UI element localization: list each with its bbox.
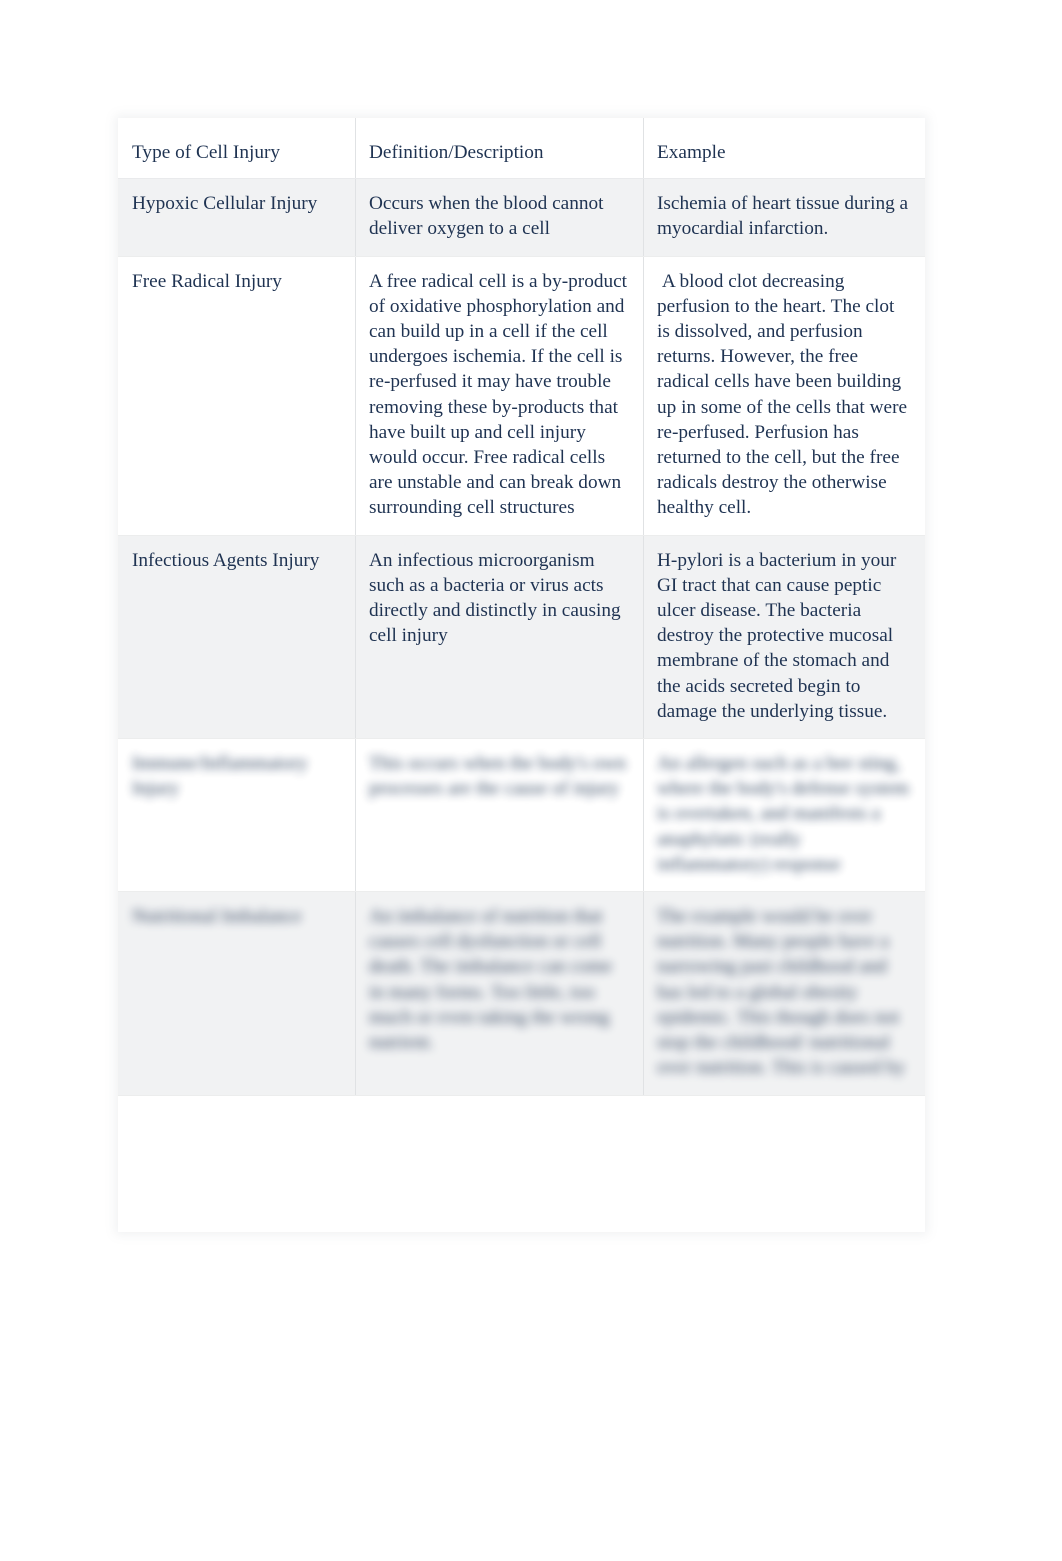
cell-type-text: Free Radical Injury xyxy=(132,270,282,292)
table-row-redacted: Nutritional Imbalance An imbalance of nu… xyxy=(118,891,925,1096)
cell-definition-text: This occurs when the body's own processe… xyxy=(369,753,631,800)
table-row: Free Radical Injury A free radical cell … xyxy=(118,256,925,536)
cell-type-text: Hypoxic Cellular Injury xyxy=(132,193,318,215)
cell-type: Immune/Inflammatory Injury xyxy=(118,738,355,893)
cell-type: Infectious Agents Injury xyxy=(118,535,355,740)
cell-definition: A free radical cell is a by-product of o… xyxy=(355,256,643,536)
cell-example: H-pylori is a bacterium in your GI tract… xyxy=(643,535,925,740)
cell-type: Nutritional Imbalance xyxy=(118,891,355,1096)
cell-example: The example would be over nutrition. Man… xyxy=(643,891,925,1096)
table-header-row: Type of Cell Injury Definition/Descripti… xyxy=(118,118,925,180)
cell-example: An allergen such as a bee sting, where t… xyxy=(643,738,925,893)
table-row-redacted: Immune/Inflammatory Injury This occurs w… xyxy=(118,738,925,893)
column-header-definition: Definition/Description xyxy=(355,118,643,180)
cell-definition-text: Occurs when the blood cannot deliver oxy… xyxy=(369,193,609,240)
cell-example-text: An allergen such as a bee sting, where t… xyxy=(657,753,914,875)
cell-type-text: Infectious Agents Injury xyxy=(132,549,320,571)
cell-type-text: Immune/Inflammatory Injury xyxy=(132,753,313,800)
column-header-type-label: Type of Cell Injury xyxy=(132,142,281,163)
cell-injury-table: Type of Cell Injury Definition/Descripti… xyxy=(118,118,925,1096)
cell-injury-table-container: Type of Cell Injury Definition/Descripti… xyxy=(118,118,925,1232)
cell-definition-text: An imbalance of nutrition that causes ce… xyxy=(369,906,618,1054)
cell-definition-text: An infectious microorganism such as a ba… xyxy=(369,549,626,647)
cell-definition: An imbalance of nutrition that causes ce… xyxy=(355,891,643,1096)
cell-example-text: Ischemia of heart tissue during a myocar… xyxy=(657,193,913,240)
cell-example: A blood clot decreasing perfusion to the… xyxy=(643,256,925,536)
column-header-definition-label: Definition/Description xyxy=(369,142,544,163)
column-header-example-label: Example xyxy=(657,142,726,163)
cell-example-text: H-pylori is a bacterium in your GI tract… xyxy=(657,549,902,722)
cell-definition: An infectious microorganism such as a ba… xyxy=(355,535,643,740)
cell-type: Hypoxic Cellular Injury xyxy=(118,178,355,257)
document-page: Type of Cell Injury Definition/Descripti… xyxy=(0,0,1062,1561)
column-header-example: Example xyxy=(643,118,925,180)
cell-example-text: The example would be over nutrition. Man… xyxy=(657,906,906,1079)
column-header-type: Type of Cell Injury xyxy=(118,118,355,180)
table-row: Infectious Agents Injury An infectious m… xyxy=(118,535,925,740)
cell-example: Ischemia of heart tissue during a myocar… xyxy=(643,178,925,257)
table-header: Type of Cell Injury Definition/Descripti… xyxy=(118,118,925,180)
cell-type: Free Radical Injury xyxy=(118,256,355,536)
cell-example-text: A blood clot decreasing perfusion to the… xyxy=(657,270,912,519)
table-row: Hypoxic Cellular Injury Occurs when the … xyxy=(118,178,925,257)
cell-definition: This occurs when the body's own processe… xyxy=(355,738,643,893)
cell-definition-text: A free radical cell is a by-product of o… xyxy=(369,270,632,519)
cell-definition: Occurs when the blood cannot deliver oxy… xyxy=(355,178,643,257)
table-body: Hypoxic Cellular Injury Occurs when the … xyxy=(118,178,925,1096)
cell-type-text: Nutritional Imbalance xyxy=(132,906,302,928)
